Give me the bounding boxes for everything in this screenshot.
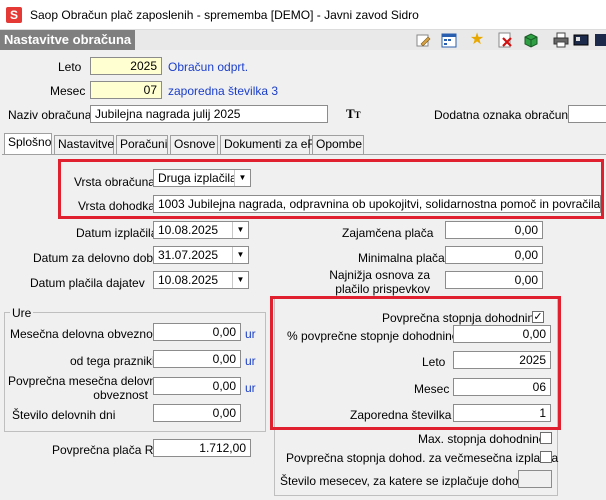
procent-input[interactable]: 0,00	[453, 325, 551, 343]
max-stopnja-label: Max. stopnja dohodnine	[418, 432, 546, 446]
minimalna-input[interactable]: 0,00	[445, 246, 543, 264]
osnova-label: Najnižja osnova za plačilo prispevkov	[320, 268, 430, 296]
chevron-down-icon[interactable]: ▼	[232, 247, 248, 263]
povprecna-label-line1: Povprečna mesečna delovna	[8, 374, 163, 388]
prazniki-label: od tega prazniki	[70, 354, 155, 368]
zaporedna-label: Zaporedna številka	[350, 408, 452, 422]
card-icon[interactable]	[572, 32, 590, 48]
cube-icon[interactable]	[522, 32, 540, 48]
vrsta-obracuna-select[interactable]: Druga izplačila ▼	[153, 169, 251, 187]
mesecna-input[interactable]: 0,00	[153, 323, 241, 341]
mesec-input[interactable]: 07	[90, 81, 162, 99]
window-title: Saop Obračun plač zaposlenih - sprememba…	[30, 8, 419, 22]
tab-label: Poračuni	[120, 137, 168, 151]
title-bar: S Saop Obračun plač zaposlenih - spremem…	[0, 0, 606, 30]
povprecna-unit: ur	[245, 381, 256, 395]
procent-label: % povprečne stopnje dohodnine	[287, 329, 459, 343]
zaporedna-input[interactable]: 1	[453, 404, 551, 422]
dohodnina-mesec-input[interactable]: 06	[453, 378, 551, 396]
vrsta-obracuna-label: Vrsta obračuna	[74, 175, 155, 189]
naziv-label: Naziv obračuna	[8, 108, 92, 122]
obracun-status: Obračun odprt.	[168, 60, 249, 74]
povprecna-input[interactable]: 0,00	[153, 377, 241, 395]
tab-label: Dokumenti za eR	[224, 137, 317, 151]
datum-delovno-input[interactable]: 31.07.2025 ▼	[153, 246, 249, 264]
zajamcena-label: Zajamčena plača	[342, 226, 434, 240]
vrsta-obracuna-value: Druga izplačila	[158, 171, 237, 185]
tab-label: Nastavitve	[58, 137, 115, 151]
vecmesecna-label: Povprečna stopnja dohod. za večmesečna i…	[286, 451, 559, 465]
chevron-down-icon[interactable]: ▼	[234, 170, 250, 186]
datum-dajatev-value: 10.08.2025	[158, 273, 219, 287]
tab-osnove[interactable]: Osnove	[170, 135, 218, 154]
mesec-label: Mesec	[50, 84, 86, 98]
dodatna-input[interactable]	[568, 105, 606, 123]
osnova-input[interactable]: 0,00	[445, 271, 543, 289]
datum-izplacila-value: 10.08.2025	[158, 223, 219, 237]
tab-splosno[interactable]: Splošno	[4, 133, 52, 155]
placa-rs-label: Povprečna plača RS	[52, 443, 162, 457]
datum-delovno-label: Datum za delovno dobo	[33, 251, 160, 265]
tab-opombe[interactable]: Opombe	[312, 135, 364, 154]
app-logo-icon: S	[6, 7, 22, 23]
ure-group-label: Ure	[10, 306, 34, 320]
datum-delovno-value: 31.07.2025	[158, 248, 219, 262]
dodatna-label: Dodatna oznaka obračuna	[434, 108, 575, 122]
prazniki-unit: ur	[245, 354, 256, 368]
leto-label: Leto	[58, 60, 82, 74]
datum-izplacila-label: Datum izplačila	[76, 226, 158, 240]
tab-dokumenti[interactable]: Dokumenti za eR	[220, 135, 316, 154]
calendar-icon[interactable]	[440, 32, 458, 48]
zajamcena-input[interactable]: 0,00	[445, 221, 543, 239]
datum-dajatev-input[interactable]: 10.08.2025 ▼	[153, 271, 249, 289]
edit-icon[interactable]	[414, 32, 432, 48]
dohodnina-leto-input[interactable]: 2025	[453, 351, 551, 369]
tab-poracuni[interactable]: Poračuni	[116, 135, 168, 154]
chevron-down-icon[interactable]: ▼	[232, 222, 248, 238]
close-icon[interactable]	[592, 32, 606, 48]
zaporedna-status: zaporedna številka 3	[168, 84, 279, 98]
minimalna-label: Minimalna plača	[358, 251, 445, 265]
vrsta-dohodka-input[interactable]: 1003 Jubilejna nagrada, odpravnina ob up…	[153, 195, 601, 213]
vecmesecna-checkbox[interactable]	[540, 451, 552, 463]
tab-label: Osnove	[174, 137, 216, 151]
leto-input[interactable]: 2025	[90, 57, 162, 75]
dni-label: Število delovnih dni	[12, 408, 116, 422]
stevilo-mesecev-input[interactable]	[518, 470, 552, 488]
datum-dajatev-label: Datum plačila dajatev	[30, 276, 145, 290]
povprecna-label-line2: obveznost	[93, 388, 148, 402]
naziv-input[interactable]: Jubilejna nagrada julij 2025	[90, 105, 328, 123]
page-title: Nastavitve obračuna	[0, 30, 135, 50]
povprecna-label: Povprečna mesečna delovna obveznost	[8, 374, 163, 402]
header-bar: Nastavitve obračuna ★	[0, 30, 606, 50]
placa-rs-input[interactable]: 1.712,00	[153, 439, 251, 457]
vrsta-dohodka-label: Vrsta dohodka	[78, 199, 155, 213]
tab-label: Opombe	[316, 137, 363, 151]
povprecna-stopnja-label: Povprečna stopnja dohodnine	[382, 311, 541, 325]
print-icon[interactable]	[552, 32, 570, 48]
max-stopnja-checkbox[interactable]	[540, 432, 552, 444]
chevron-down-icon[interactable]: ▼	[232, 272, 248, 288]
mesecna-label: Mesečna delovna obveznost	[10, 327, 163, 341]
tab-nastavitve[interactable]: Nastavitve	[54, 135, 114, 154]
dohodnina-leto-label: Leto	[422, 355, 446, 369]
osnova-label-line1: Najnižja osnova za	[329, 268, 430, 282]
delete-icon[interactable]	[496, 32, 514, 48]
datum-izplacila-input[interactable]: 10.08.2025 ▼	[153, 221, 249, 239]
star-icon[interactable]: ★	[468, 32, 486, 48]
stevilo-mesecev-label: Število mesecev, za katere se izplačuje …	[280, 474, 538, 488]
povprecna-stopnja-checkbox[interactable]: ✓	[532, 311, 544, 323]
tab-label: Splošno	[8, 135, 52, 149]
dni-input[interactable]: 0,00	[153, 404, 241, 422]
dohodnina-mesec-label: Mesec	[414, 382, 450, 396]
font-format-icon[interactable]: TT	[346, 106, 361, 122]
osnova-label-line2: plačilo prispevkov	[335, 282, 430, 296]
mesecna-unit: ur	[245, 327, 256, 341]
prazniki-input[interactable]: 0,00	[153, 350, 241, 368]
